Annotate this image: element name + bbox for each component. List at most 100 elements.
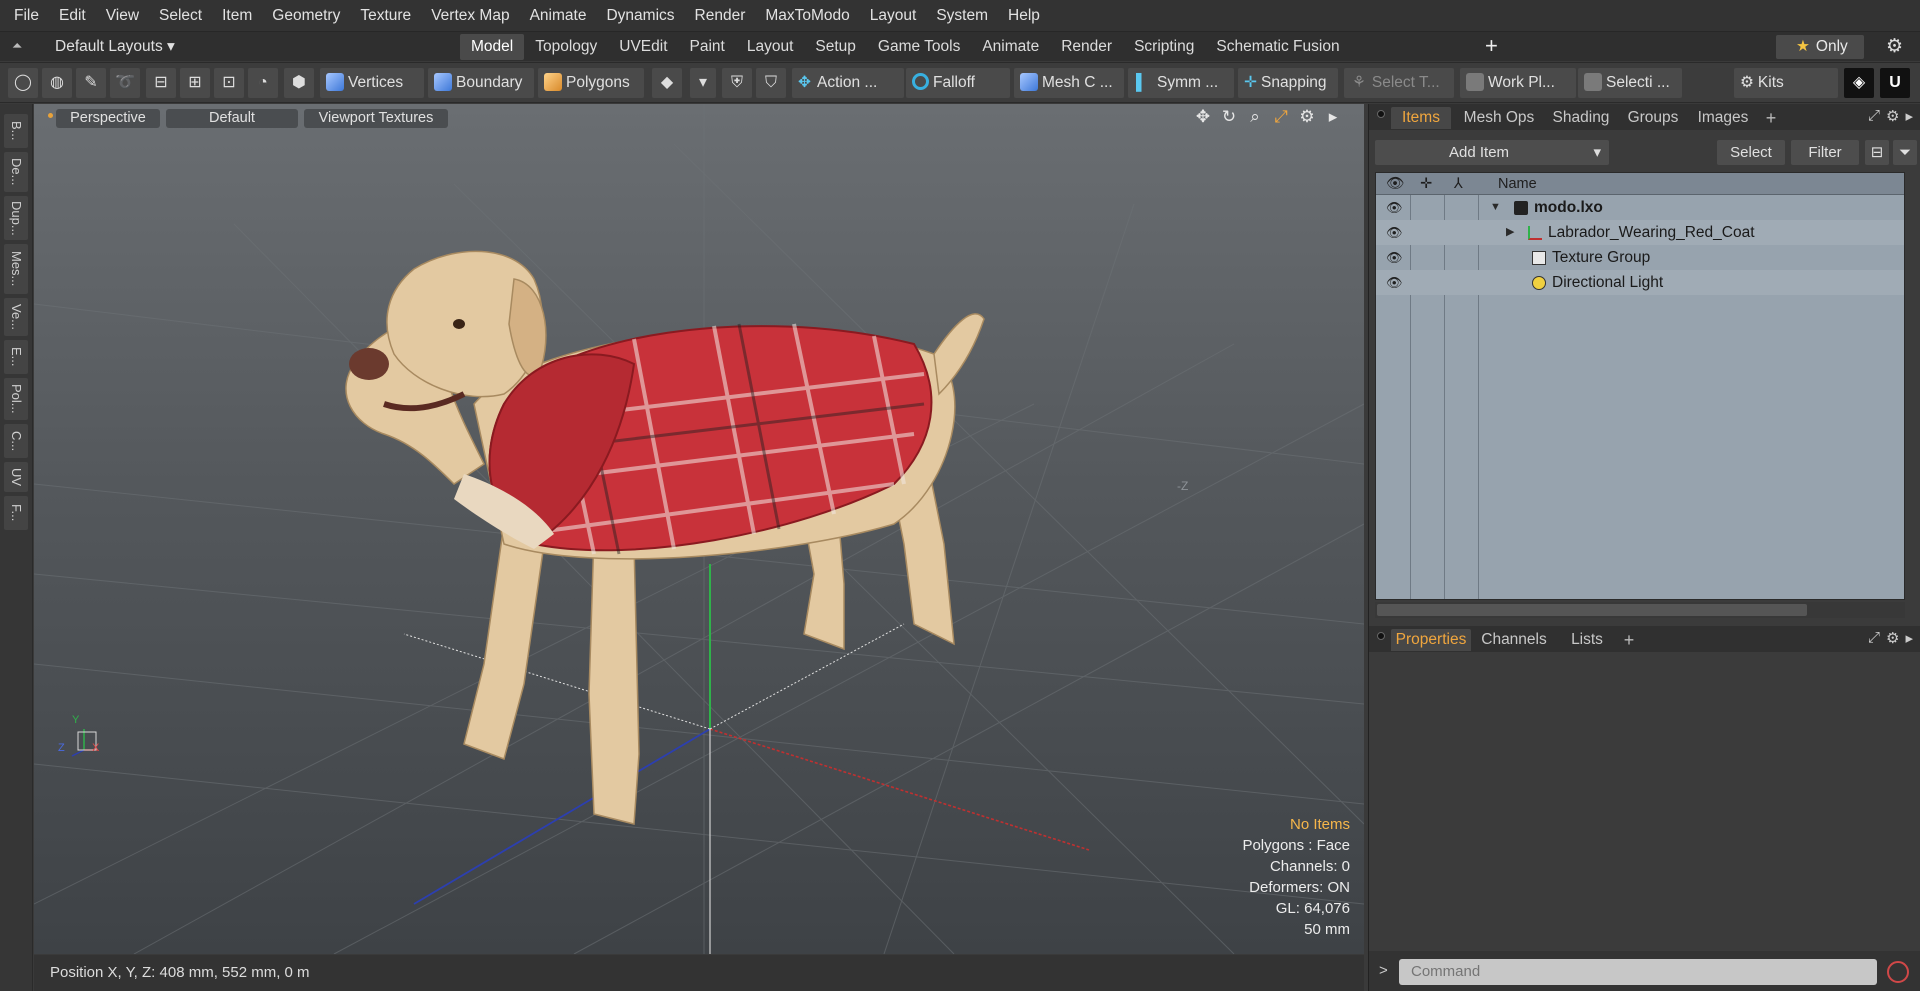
pan-icon[interactable]: ✥ xyxy=(1194,107,1212,127)
gear-icon[interactable]: ⚙ xyxy=(1886,35,1903,58)
select-through-button[interactable]: ⚘ Select T... xyxy=(1344,68,1454,98)
scrollbar-thumb[interactable] xyxy=(1377,604,1807,616)
shading-default-dropdown[interactable]: Default xyxy=(166,109,298,128)
tab-layout[interactable]: Layout xyxy=(736,34,805,60)
menu-texture[interactable]: Texture xyxy=(350,0,421,31)
polygons-button[interactable]: Polygons xyxy=(538,68,644,98)
panel-arrow-icon[interactable]: ▸ xyxy=(1905,107,1913,125)
panel-arrow-icon[interactable]: ▸ xyxy=(1905,629,1913,647)
vtab-curve[interactable]: C... xyxy=(4,424,28,458)
viewport-textures-dropdown[interactable]: Viewport Textures xyxy=(304,109,448,128)
tab-paint[interactable]: Paint xyxy=(679,34,736,60)
tab-topology[interactable]: Topology xyxy=(524,34,608,60)
menu-view[interactable]: View xyxy=(96,0,149,31)
filter-funnel-icon[interactable]: ⏷ xyxy=(1893,140,1917,165)
material-mode-icon[interactable]: ◆ xyxy=(652,68,682,98)
vtab-polygon[interactable]: Pol... xyxy=(4,378,28,420)
tab-items[interactable]: Items xyxy=(1391,107,1451,129)
menu-edit[interactable]: Edit xyxy=(49,0,96,31)
visibility-eye-icon[interactable]: 👁 xyxy=(1386,195,1403,220)
record-icon[interactable] xyxy=(1887,961,1909,983)
viewport-expand-icon[interactable]: ▸ xyxy=(1324,107,1342,127)
vtab-mesh-edit[interactable]: Mes... xyxy=(4,244,28,294)
item-row-scene[interactable]: 👁 ▼ modo.lxo xyxy=(1376,195,1904,220)
action-center-button[interactable]: ✥ Action ... xyxy=(792,68,904,98)
3d-viewport[interactable]: Perspective Default Viewport Textures ✥ … xyxy=(34,104,1364,954)
only-toggle[interactable]: ★ Only xyxy=(1776,35,1864,59)
tab-scripting[interactable]: Scripting xyxy=(1123,34,1205,60)
vtab-vertex[interactable]: Ve... xyxy=(4,298,28,336)
perspective-dropdown[interactable]: Perspective xyxy=(56,109,160,128)
visibility-eye-icon[interactable]: 👁 xyxy=(1386,245,1403,270)
globe-icon[interactable]: ◍ xyxy=(42,68,72,98)
zoom-icon[interactable]: ⌕ xyxy=(1246,107,1264,127)
slice-icon[interactable]: ◔ xyxy=(248,68,278,98)
menu-select[interactable]: Select xyxy=(149,0,212,31)
menu-system[interactable]: System xyxy=(926,0,998,31)
visibility-header-icon[interactable]: 👁 xyxy=(1386,173,1404,195)
tab-model[interactable]: Model xyxy=(460,34,525,60)
tab-setup[interactable]: Setup xyxy=(804,34,867,60)
visibility-eye-icon[interactable]: 👁 xyxy=(1386,270,1403,295)
locator-header-icon[interactable]: ⅄ xyxy=(1454,173,1463,195)
select-button[interactable]: Select xyxy=(1717,140,1785,165)
vtab-basic[interactable]: B... xyxy=(4,114,28,148)
frame-icon[interactable]: ⊡ xyxy=(214,68,244,98)
add-props-tab-button[interactable]: + xyxy=(1619,629,1639,651)
selection-sets-button[interactable]: Selecti ... xyxy=(1578,68,1682,98)
add-tab-button[interactable]: + xyxy=(1485,33,1498,59)
default-layouts-dropdown[interactable]: Default Layouts ▾ xyxy=(55,37,175,56)
name-column-header[interactable]: Name xyxy=(1498,173,1537,195)
filter-button[interactable]: Filter xyxy=(1791,140,1859,165)
tab-channels[interactable]: Channels xyxy=(1477,629,1551,651)
shield-icon[interactable]: ⛨ xyxy=(722,68,752,98)
viewport-gear-icon[interactable]: ⚙ xyxy=(1298,107,1316,127)
menu-geometry[interactable]: Geometry xyxy=(262,0,350,31)
vertices-button[interactable]: Vertices xyxy=(320,68,424,98)
add-panel-tab-button[interactable]: + xyxy=(1761,107,1781,129)
tab-properties[interactable]: Properties xyxy=(1391,629,1471,651)
menu-dynamics[interactable]: Dynamics xyxy=(596,0,684,31)
menu-maxtomodo[interactable]: MaxToModo xyxy=(755,0,859,31)
menu-layout[interactable]: Layout xyxy=(860,0,927,31)
lock-header-icon[interactable]: ✛ xyxy=(1420,173,1432,195)
vtab-fusion[interactable]: F... xyxy=(4,496,28,530)
visibility-eye-icon[interactable]: 👁 xyxy=(1386,220,1403,245)
menu-animate[interactable]: Animate xyxy=(520,0,597,31)
panel-gear-icon[interactable]: ⚙ xyxy=(1886,107,1899,125)
falloff-button[interactable]: Falloff xyxy=(906,68,1010,98)
circle-select-icon[interactable]: ◯ xyxy=(8,68,38,98)
collapse-icon[interactable]: ⏶ xyxy=(12,38,22,54)
tab-render[interactable]: Render xyxy=(1050,34,1123,60)
tab-mesh-ops[interactable]: Mesh Ops xyxy=(1457,107,1541,129)
grid-select-icon[interactable]: ⊞ xyxy=(180,68,210,98)
vtab-deform[interactable]: De... xyxy=(4,152,28,192)
vtab-duplicate[interactable]: Dup... xyxy=(4,196,28,240)
item-row-mesh[interactable]: 👁 ▶ Labrador_Wearing_Red_Coat xyxy=(1376,220,1904,245)
menu-vertex-map[interactable]: Vertex Map xyxy=(421,0,519,31)
mode-dropdown-icon[interactable]: ▾ xyxy=(690,68,716,98)
unreal-icon[interactable]: U xyxy=(1880,68,1910,98)
tab-schematic-fusion[interactable]: Schematic Fusion xyxy=(1205,34,1350,60)
snapping-button[interactable]: ✛ Snapping xyxy=(1238,68,1338,98)
panel-gear-icon[interactable]: ⚙ xyxy=(1886,629,1899,647)
fit-icon[interactable]: ⤢ xyxy=(1272,107,1290,127)
shield-alt-icon[interactable]: ⛉ xyxy=(756,68,786,98)
unity-icon[interactable]: ◈ xyxy=(1844,68,1874,98)
menu-item[interactable]: Item xyxy=(212,0,262,31)
tab-images[interactable]: Images xyxy=(1689,107,1757,129)
menu-render[interactable]: Render xyxy=(685,0,756,31)
menu-file[interactable]: File xyxy=(4,0,49,31)
expand-triangle-icon[interactable]: ▶ xyxy=(1506,220,1514,245)
tab-groups[interactable]: Groups xyxy=(1621,107,1685,129)
lasso-icon[interactable]: ➰ xyxy=(110,68,140,98)
collapse-all-icon[interactable]: ⊟ xyxy=(1865,140,1889,165)
collapse-triangle-icon[interactable]: ▼ xyxy=(1490,195,1501,220)
tab-shading[interactable]: Shading xyxy=(1545,107,1617,129)
add-item-dropdown[interactable]: Add Item ▾ xyxy=(1375,140,1609,165)
command-input[interactable] xyxy=(1399,959,1877,985)
rotate-icon[interactable]: ↻ xyxy=(1220,107,1238,127)
boundary-button[interactable]: Boundary xyxy=(428,68,534,98)
tab-animate[interactable]: Animate xyxy=(971,34,1050,60)
item-row-texture-group[interactable]: 👁 Texture Group xyxy=(1376,245,1904,270)
